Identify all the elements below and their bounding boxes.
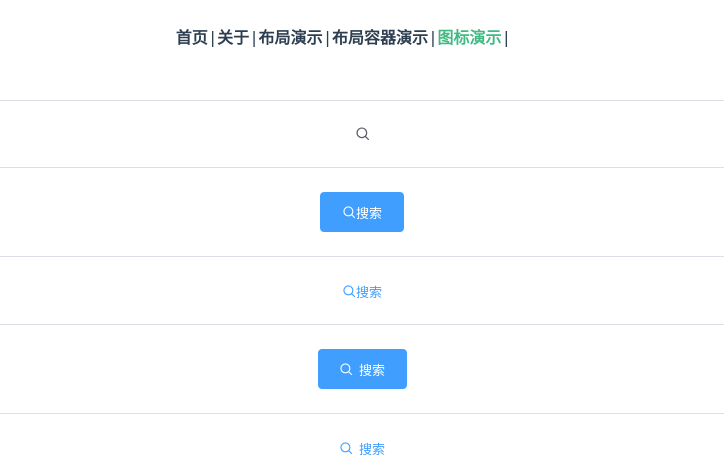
search-text-button-label: 搜索	[355, 285, 382, 301]
nav-link-layout-demo[interactable]: 布局演示	[259, 28, 323, 47]
search-icon	[355, 126, 370, 141]
search-icon	[339, 362, 353, 376]
nav-separator: |	[324, 28, 331, 47]
search-icon	[342, 284, 356, 298]
divider	[0, 167, 724, 168]
search-button[interactable]: 搜索	[320, 192, 404, 232]
search-button-spaced[interactable]: 搜索	[317, 349, 407, 389]
nav-separator: |	[503, 28, 510, 47]
nav-separator: |	[210, 28, 216, 47]
divider	[0, 256, 724, 257]
nav-separator: |	[251, 28, 257, 47]
divider	[0, 413, 724, 414]
nav-link-container-demo[interactable]: 布局容器演示	[332, 28, 428, 47]
text-button-compact-row: 搜索	[0, 281, 724, 301]
divider	[0, 100, 724, 101]
search-button-spaced-label: 搜索	[358, 363, 385, 379]
divider	[0, 324, 724, 325]
search-icon	[339, 441, 353, 455]
nav-link-icon-demo[interactable]: 图标演示	[438, 28, 502, 47]
plain-icon-row	[0, 123, 724, 143]
search-icon	[342, 205, 356, 219]
nav-separator: |	[430, 28, 436, 47]
search-text-button[interactable]: 搜索	[342, 282, 382, 301]
search-button-label: 搜索	[355, 206, 382, 222]
top-nav: 首页 | 关于 | 布局演示 | 布局容器演示 | 图标演示 |	[0, 24, 687, 48]
nav-link-about[interactable]: 关于	[217, 28, 249, 47]
nav-link-home[interactable]: 首页	[176, 28, 208, 47]
button-compact-row: 搜索	[0, 192, 724, 232]
text-button-spaced-row: 搜索	[0, 438, 724, 458]
search-text-button-spaced-label: 搜索	[358, 442, 385, 458]
search-text-button-spaced[interactable]: 搜索	[339, 439, 385, 458]
button-spaced-row: 搜索	[0, 349, 724, 389]
